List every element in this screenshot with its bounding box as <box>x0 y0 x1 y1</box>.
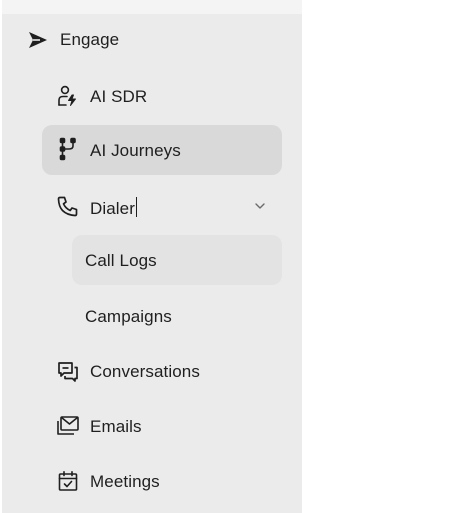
sidebar-item-meetings-label: Meetings <box>90 472 160 491</box>
chat-bubbles-icon <box>56 359 80 383</box>
dialer-label-text: Dialer <box>90 199 136 218</box>
sidebar-item-emails-label: Emails <box>90 417 142 436</box>
sidebar-subitem-campaigns-label: Campaigns <box>85 307 172 326</box>
sidebar-subitem-campaigns[interactable]: Campaigns <box>72 299 282 333</box>
section-engage-label: Engage <box>60 30 120 49</box>
phone-icon <box>56 194 80 218</box>
chevron-down-icon[interactable] <box>253 199 267 213</box>
user-bolt-icon <box>56 84 80 108</box>
sidebar-item-conversations-label: Conversations <box>90 362 200 381</box>
sidebar-item-ai-journeys-label: AI Journeys <box>90 141 181 160</box>
mail-stack-icon <box>56 414 80 438</box>
sidebar-item-meetings[interactable]: Meetings <box>42 464 282 498</box>
sidebar-item-ai-sdr[interactable]: AI SDR <box>42 79 282 113</box>
calendar-check-icon <box>56 469 80 493</box>
sidebar-subitem-call-logs[interactable]: Call Logs <box>72 235 282 285</box>
sidebar-subitem-call-logs-label: Call Logs <box>85 251 157 270</box>
sidebar-nav: Engage AI SDR AI Journeys Dialer Call Lo… <box>2 0 302 513</box>
sidebar-item-emails[interactable]: Emails <box>42 409 282 443</box>
section-engage[interactable]: Engage <box>22 24 282 56</box>
sidebar-item-conversations[interactable]: Conversations <box>42 354 282 388</box>
text-caret <box>136 197 138 217</box>
sidebar-item-dialer[interactable]: Dialer <box>42 189 282 223</box>
sidebar-item-ai-journeys[interactable]: AI Journeys <box>42 125 282 175</box>
sidebar-item-ai-sdr-label: AI SDR <box>90 87 148 106</box>
journey-nodes-icon <box>56 137 80 161</box>
sidebar-top-strip <box>2 0 302 14</box>
sidebar-item-dialer-label: Dialer <box>90 197 138 219</box>
send-arrow-icon <box>26 28 50 52</box>
